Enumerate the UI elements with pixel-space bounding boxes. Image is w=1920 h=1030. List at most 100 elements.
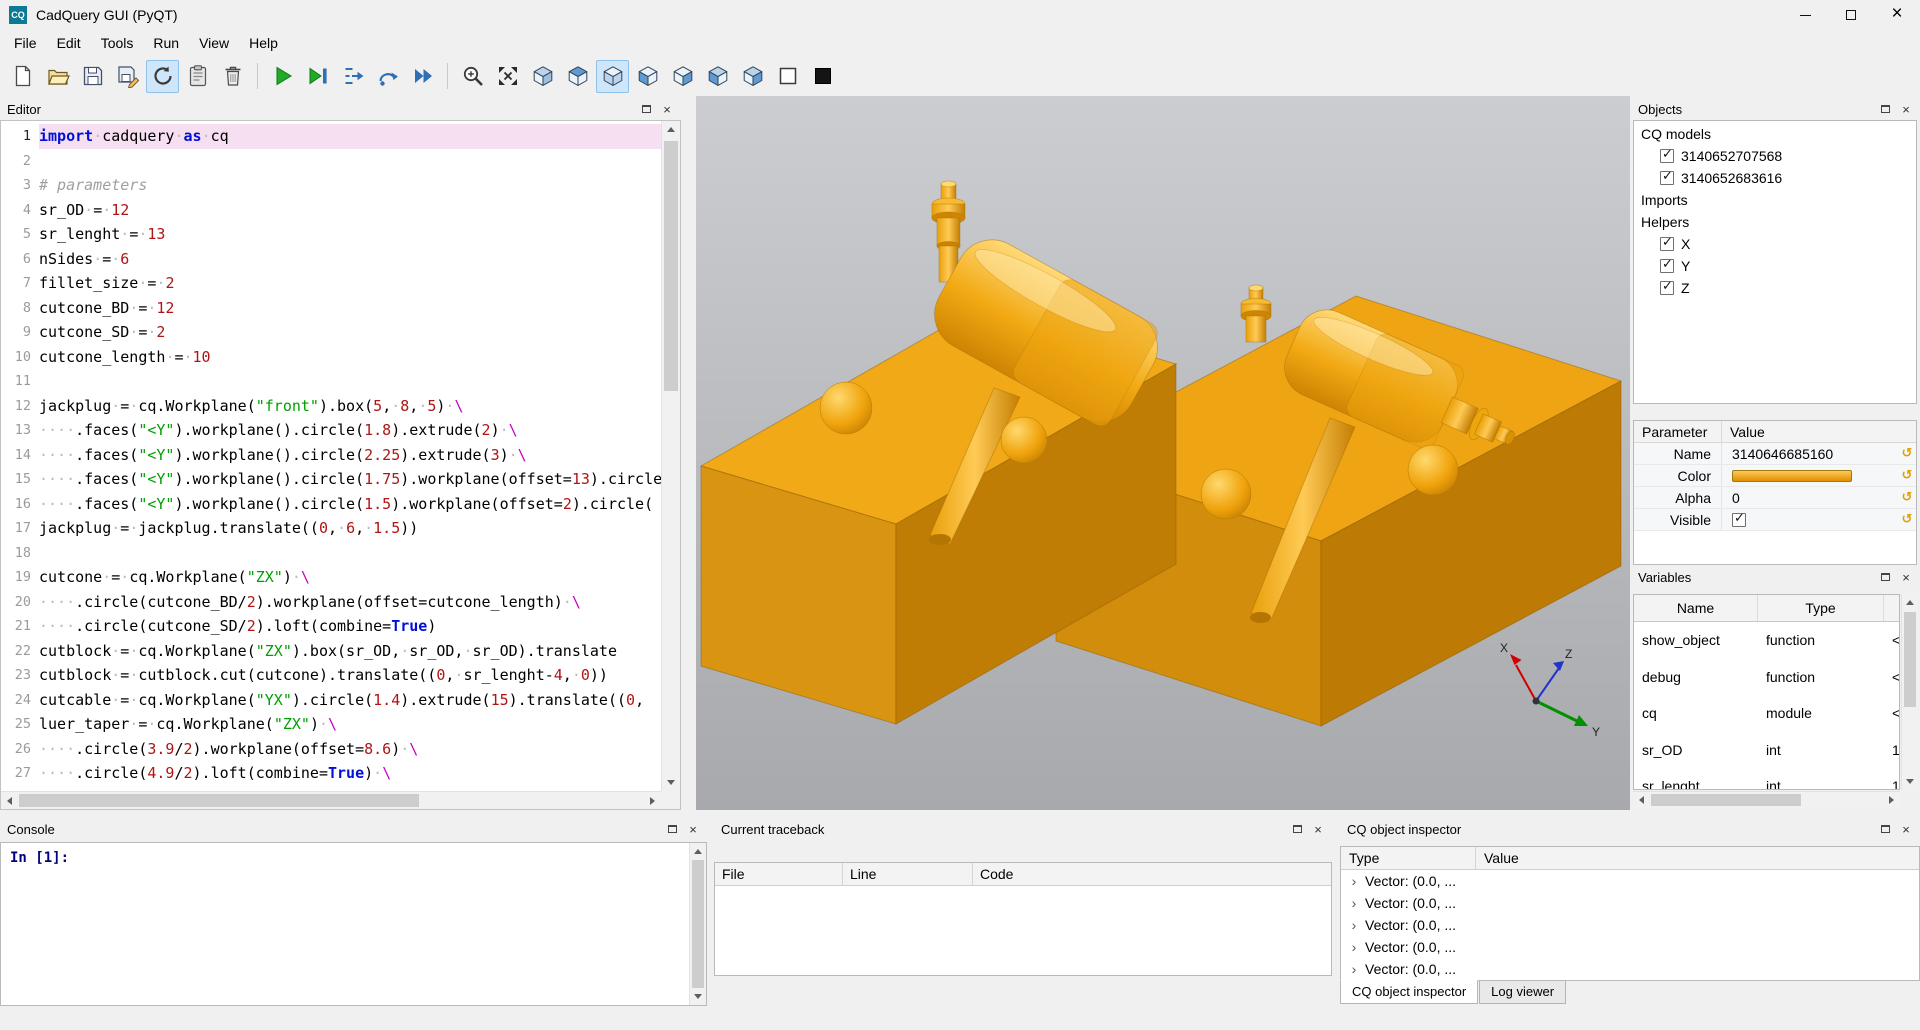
tab-cq-object-inspector[interactable]: CQ object inspector bbox=[1340, 980, 1478, 1004]
checkbox[interactable] bbox=[1660, 259, 1674, 273]
tree-item[interactable]: Y bbox=[1634, 255, 1916, 277]
scrollbar-thumb[interactable] bbox=[692, 860, 704, 988]
checkbox[interactable] bbox=[1732, 513, 1746, 527]
expand-chevron-icon[interactable]: › bbox=[1347, 873, 1361, 889]
wireframe-icon[interactable] bbox=[771, 60, 804, 93]
expand-chevron-icon[interactable]: › bbox=[1347, 939, 1361, 955]
autoreload-icon[interactable] bbox=[146, 60, 179, 93]
scroll-right-icon[interactable] bbox=[1883, 792, 1900, 808]
menu-view[interactable]: View bbox=[189, 32, 239, 54]
scrollbar-thumb[interactable] bbox=[19, 794, 419, 807]
inspector-row[interactable]: ›Vector: (0.0, ... bbox=[1341, 892, 1919, 914]
scroll-left-icon[interactable] bbox=[1633, 792, 1650, 808]
variable-row[interactable]: sr_lenghtint13 bbox=[1634, 768, 1899, 790]
trash-icon[interactable] bbox=[216, 60, 249, 93]
menu-edit[interactable]: Edit bbox=[47, 32, 91, 54]
scrollbar-thumb[interactable] bbox=[1651, 794, 1801, 806]
debug-icon[interactable] bbox=[301, 60, 334, 93]
float-panel-icon[interactable] bbox=[1288, 821, 1306, 837]
expand-chevron-icon[interactable]: › bbox=[1347, 895, 1361, 911]
variable-row[interactable]: debugfunction<f bbox=[1634, 659, 1899, 696]
continue-icon[interactable] bbox=[406, 60, 439, 93]
close-panel-icon[interactable]: × bbox=[1897, 101, 1915, 117]
float-panel-icon[interactable] bbox=[1876, 101, 1894, 117]
scroll-right-icon[interactable] bbox=[644, 792, 661, 809]
checkbox[interactable] bbox=[1660, 171, 1674, 185]
tree-item[interactable]: 3140652707568 bbox=[1634, 145, 1916, 167]
inspector-row[interactable]: ›Vector: (0.0, ... bbox=[1341, 936, 1919, 958]
tree-item[interactable]: 3140652683616 bbox=[1634, 167, 1916, 189]
scrollbar-thumb[interactable] bbox=[664, 141, 678, 391]
float-panel-icon[interactable] bbox=[637, 101, 655, 117]
maximize-button[interactable] bbox=[1828, 0, 1874, 30]
render-run-icon[interactable] bbox=[266, 60, 299, 93]
tree-item[interactable]: CQ models bbox=[1634, 123, 1916, 145]
float-panel-icon[interactable] bbox=[663, 821, 681, 837]
editor-vscrollbar[interactable] bbox=[661, 121, 680, 791]
inspector-row[interactable]: ›Vector: (0.0, ... bbox=[1341, 958, 1919, 980]
console-vscrollbar[interactable] bbox=[689, 843, 706, 1005]
view-back-icon[interactable] bbox=[666, 60, 699, 93]
close-panel-icon[interactable]: × bbox=[684, 821, 702, 837]
tree-item[interactable]: X bbox=[1634, 233, 1916, 255]
console-body[interactable]: In [1]: bbox=[0, 842, 707, 1006]
scrollbar-thumb[interactable] bbox=[1904, 612, 1916, 707]
save-icon[interactable] bbox=[76, 60, 109, 93]
menu-tools[interactable]: Tools bbox=[91, 32, 144, 54]
variable-row[interactable]: cqmodule<m bbox=[1634, 695, 1899, 732]
clipboard-icon[interactable] bbox=[181, 60, 214, 93]
scroll-left-icon[interactable] bbox=[1, 792, 18, 809]
close-panel-icon[interactable]: × bbox=[1309, 821, 1327, 837]
close-panel-icon[interactable]: × bbox=[1897, 569, 1915, 585]
reset-icon[interactable]: ↺ bbox=[1898, 490, 1916, 505]
editor-code[interactable]: import·cadquery·as·cq# parameterssr_OD·=… bbox=[39, 121, 661, 791]
editor-hscrollbar[interactable] bbox=[1, 791, 661, 809]
close-panel-icon[interactable]: × bbox=[658, 101, 676, 117]
expand-chevron-icon[interactable]: › bbox=[1347, 961, 1361, 977]
property-value[interactable] bbox=[1722, 465, 1898, 486]
menu-help[interactable]: Help bbox=[239, 32, 288, 54]
menu-run[interactable]: Run bbox=[143, 32, 189, 54]
property-value[interactable]: 0 bbox=[1722, 487, 1898, 508]
checkbox[interactable] bbox=[1660, 281, 1674, 295]
save-as-icon[interactable] bbox=[111, 60, 144, 93]
fit-view-icon[interactable] bbox=[491, 60, 524, 93]
variable-row[interactable]: sr_ODint12 bbox=[1634, 732, 1899, 769]
float-panel-icon[interactable] bbox=[1876, 569, 1894, 585]
zoom-icon[interactable] bbox=[456, 60, 489, 93]
reset-icon[interactable]: ↺ bbox=[1898, 512, 1916, 527]
variables-vscrollbar[interactable] bbox=[1901, 594, 1918, 790]
view-iso-icon[interactable] bbox=[526, 60, 559, 93]
property-value[interactable]: 3140646685160 bbox=[1722, 443, 1898, 464]
minimize-button[interactable] bbox=[1782, 0, 1828, 30]
scroll-up-icon[interactable] bbox=[662, 121, 680, 138]
variable-row[interactable]: show_objectfunction<f bbox=[1634, 622, 1899, 659]
variables-hscrollbar[interactable] bbox=[1633, 791, 1900, 808]
menu-file[interactable]: File bbox=[4, 32, 47, 54]
step-into-icon[interactable] bbox=[336, 60, 369, 93]
view-right-icon[interactable] bbox=[736, 60, 769, 93]
inspector-row[interactable]: ›Vector: (0.0, ... bbox=[1341, 914, 1919, 936]
expand-chevron-icon[interactable]: › bbox=[1347, 917, 1361, 933]
view-left-icon[interactable] bbox=[701, 60, 734, 93]
step-over-icon[interactable] bbox=[371, 60, 404, 93]
close-panel-icon[interactable]: × bbox=[1897, 821, 1915, 837]
scroll-down-icon[interactable] bbox=[690, 988, 706, 1005]
reset-icon[interactable]: ↺ bbox=[1898, 446, 1916, 461]
tab-log-viewer[interactable]: Log viewer bbox=[1479, 981, 1566, 1004]
close-button[interactable] bbox=[1874, 0, 1920, 30]
tree-item[interactable]: Imports bbox=[1634, 189, 1916, 211]
open-file-icon[interactable] bbox=[41, 60, 74, 93]
float-panel-icon[interactable] bbox=[1876, 821, 1894, 837]
shaded-icon[interactable] bbox=[806, 60, 839, 93]
new-file-icon[interactable] bbox=[6, 60, 39, 93]
color-swatch[interactable] bbox=[1732, 470, 1852, 482]
checkbox[interactable] bbox=[1660, 149, 1674, 163]
tree-item[interactable]: Helpers bbox=[1634, 211, 1916, 233]
viewport-3d[interactable]: X Z Y bbox=[696, 96, 1630, 810]
tree-item[interactable]: Z bbox=[1634, 277, 1916, 299]
scroll-up-icon[interactable] bbox=[690, 843, 706, 860]
property-value[interactable] bbox=[1722, 509, 1898, 530]
checkbox[interactable] bbox=[1660, 237, 1674, 251]
view-front-icon[interactable] bbox=[631, 60, 664, 93]
